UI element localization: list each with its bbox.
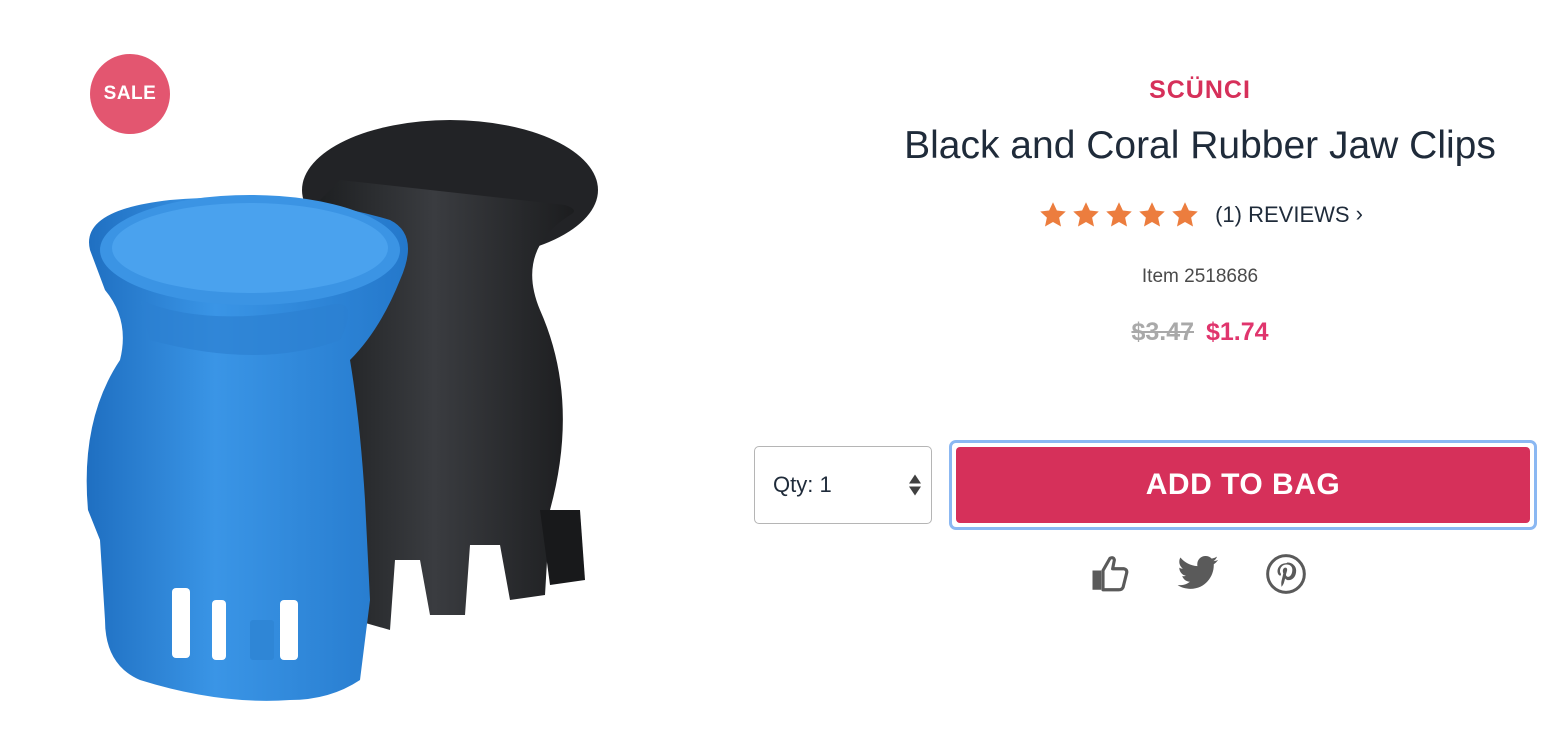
reviews-link[interactable]: (1) REVIEWS ›	[1215, 201, 1363, 228]
product-title: Black and Coral Rubber Jaw Clips	[904, 124, 1496, 167]
blue-clip	[86, 195, 409, 701]
pinterest-icon[interactable]	[1264, 552, 1308, 596]
star-icon	[1139, 202, 1165, 227]
rating-row: (1) REVIEWS ›	[840, 200, 1560, 230]
sale-badge: SALE	[90, 54, 170, 134]
sale-badge-label: SALE	[103, 83, 157, 104]
chevron-right-icon: ›	[1355, 201, 1363, 226]
add-to-bag-button[interactable]: ADD TO BAG	[949, 440, 1537, 530]
quantity-select[interactable]: Qty: 1	[754, 446, 932, 524]
product-image	[60, 40, 680, 730]
brand-link[interactable]: SCÜNCI	[840, 76, 1560, 105]
reviews-label: (1) REVIEWS	[1215, 202, 1350, 227]
share-bar	[1088, 552, 1308, 596]
item-number: Item 2518686	[1141, 266, 1259, 287]
original-price: $3.47	[1131, 318, 1194, 346]
select-arrows-icon	[909, 474, 921, 496]
star-icon	[1172, 202, 1198, 227]
star-rating	[1037, 200, 1201, 230]
quantity-label: Qty: 1	[773, 472, 832, 497]
sale-price: $1.74	[1206, 318, 1269, 346]
add-to-bag-label: ADD TO BAG	[956, 447, 1530, 523]
star-icon	[1073, 202, 1099, 227]
star-icon	[1040, 202, 1066, 227]
price-row: $3.47 $1.74	[840, 318, 1560, 347]
twitter-icon[interactable]	[1176, 552, 1220, 596]
star-icon	[1106, 202, 1132, 227]
thumbs-up-icon[interactable]	[1088, 552, 1132, 596]
